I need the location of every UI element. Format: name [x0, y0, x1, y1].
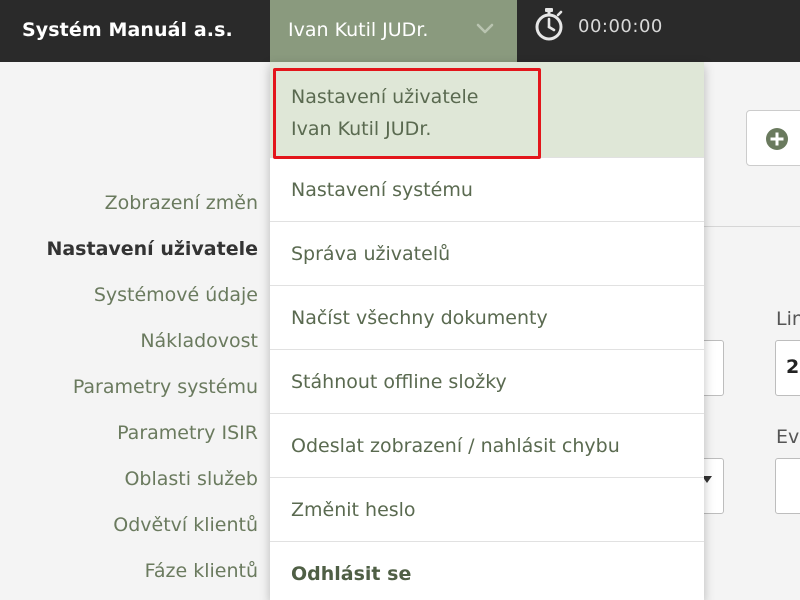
user-dropdown-menu: Nastavení uživatele Ivan Kutil JUDr. Nas… — [270, 62, 704, 600]
settings-sidebar: Zobrazení změn Nastavení uživatele Systé… — [46, 186, 258, 600]
limit-input-value: 2 — [786, 356, 800, 378]
sidebar-item-odvetvi-klientu[interactable]: Odvětví klientů — [46, 508, 258, 554]
plus-circle-icon — [766, 128, 788, 150]
menu-item-user-settings[interactable]: Nastavení uživatele Ivan Kutil JUDr. — [270, 62, 704, 158]
menu-item-logout[interactable]: Odhlásit se — [270, 542, 704, 600]
timer-display: 00:00:00 — [578, 16, 663, 37]
field-label-ev: Ev — [776, 426, 800, 448]
user-menu-button[interactable]: Ivan Kutil JUDr. — [270, 0, 517, 62]
chevron-down-icon — [476, 23, 494, 34]
menu-item-system-settings[interactable]: Nastavení systému — [270, 158, 704, 222]
sidebar-item-systemove-udaje[interactable]: Systémové údaje — [46, 278, 258, 324]
add-button[interactable] — [746, 110, 800, 166]
brand-title[interactable]: Systém Manuál a.s. — [22, 19, 233, 41]
sidebar-item-zobrazeni-zmen[interactable]: Zobrazení změn — [46, 186, 258, 232]
sidebar-item-parametry-systemu[interactable]: Parametry systému — [46, 370, 258, 416]
menu-item-user-settings-subtitle: Ivan Kutil JUDr. — [291, 118, 432, 140]
top-bar: Systém Manuál a.s. Ivan Kutil JUDr. 00:0… — [0, 0, 800, 62]
sidebar-item-oblasti-sluzeb[interactable]: Oblasti služeb — [46, 462, 258, 508]
field-label-lin: Lin — [776, 308, 800, 330]
menu-item-send-view-report-bug[interactable]: Odeslat zobrazení / nahlásit chybu — [270, 414, 704, 478]
ev-input[interactable] — [775, 458, 800, 514]
menu-item-change-password[interactable]: Změnit heslo — [270, 478, 704, 542]
user-name-label: Ivan Kutil JUDr. — [288, 19, 429, 41]
stopwatch-icon[interactable] — [533, 6, 565, 42]
sidebar-item-faze-klientu[interactable]: Fáze klientů — [46, 554, 258, 600]
sidebar-item-parametry-isir[interactable]: Parametry ISIR — [46, 416, 258, 462]
section-divider — [704, 226, 800, 227]
menu-item-user-settings-title: Nastavení uživatele — [291, 86, 479, 108]
sidebar-item-nakladovost[interactable]: Nákladovost — [46, 324, 258, 370]
sidebar-item-nastaveni-uzivatele[interactable]: Nastavení uživatele — [46, 232, 258, 278]
menu-item-download-offline-folders[interactable]: Stáhnout offline složky — [270, 350, 704, 414]
menu-item-load-all-documents[interactable]: Načíst všechny dokumenty — [270, 286, 704, 350]
menu-item-user-management[interactable]: Správa uživatelů — [270, 222, 704, 286]
